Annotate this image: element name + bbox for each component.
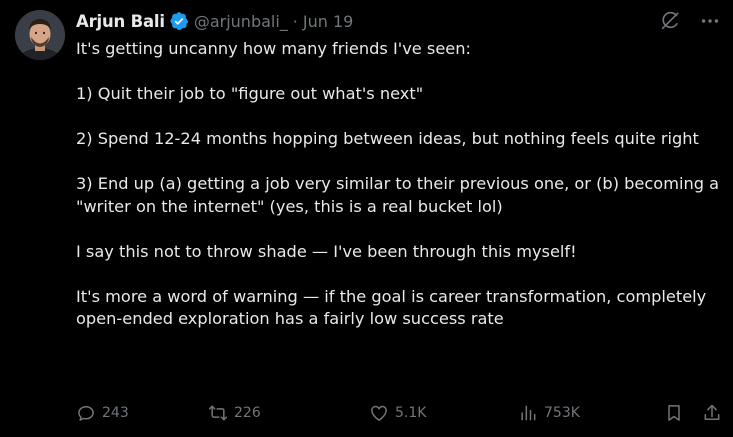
tweet-header: Arjun Bali @arjunbali_ · Jun 19 xyxy=(76,9,353,33)
more-icon[interactable] xyxy=(699,10,721,32)
author-handle[interactable]: @arjunbali_ xyxy=(194,12,288,31)
views-button[interactable]: 753K xyxy=(518,401,580,425)
tweet-actions: 243 226 5.1K 753K xyxy=(76,401,723,425)
retweet-count: 226 xyxy=(234,405,261,421)
grok-icon[interactable] xyxy=(659,10,681,32)
bookmark-icon xyxy=(664,403,684,423)
like-icon xyxy=(369,403,389,423)
separator-dot: · xyxy=(292,11,298,31)
tweet-text: It's getting uncanny how many friends I'… xyxy=(76,38,726,353)
share-button[interactable] xyxy=(702,401,722,425)
tweet-paragraph: I say this not to throw shade — I've bee… xyxy=(76,241,577,261)
tweet[interactable]: Arjun Bali @arjunbali_ · Jun 19 It's get… xyxy=(0,0,733,437)
tweet-paragraph: 3) End up (a) getting a job very similar… xyxy=(76,174,720,216)
like-button[interactable]: 5.1K xyxy=(369,401,426,425)
share-icon xyxy=(702,403,722,423)
views-count: 753K xyxy=(544,405,580,421)
retweet-button[interactable]: 226 xyxy=(208,401,261,425)
tweet-date[interactable]: Jun 19 xyxy=(303,12,353,31)
views-icon xyxy=(518,403,538,423)
verified-badge-icon[interactable] xyxy=(169,11,189,31)
author-display-name[interactable]: Arjun Bali xyxy=(76,12,165,31)
bookmark-button[interactable] xyxy=(664,401,684,425)
reply-icon xyxy=(76,403,96,423)
tweet-paragraph: It's getting uncanny how many friends I'… xyxy=(76,39,471,58)
like-count: 5.1K xyxy=(395,405,427,421)
top-right-actions xyxy=(659,10,721,32)
avatar[interactable] xyxy=(15,10,65,60)
tweet-paragraph: 2) Spend 12-24 months hopping between id… xyxy=(76,129,699,148)
tweet-paragraph: 1) Quit their job to "figure out what's … xyxy=(76,84,424,103)
reply-button[interactable]: 243 xyxy=(76,401,129,425)
tweet-paragraph: It's more a word of warning — if the goa… xyxy=(76,286,707,329)
reply-count: 243 xyxy=(102,405,129,421)
retweet-icon xyxy=(208,403,228,423)
